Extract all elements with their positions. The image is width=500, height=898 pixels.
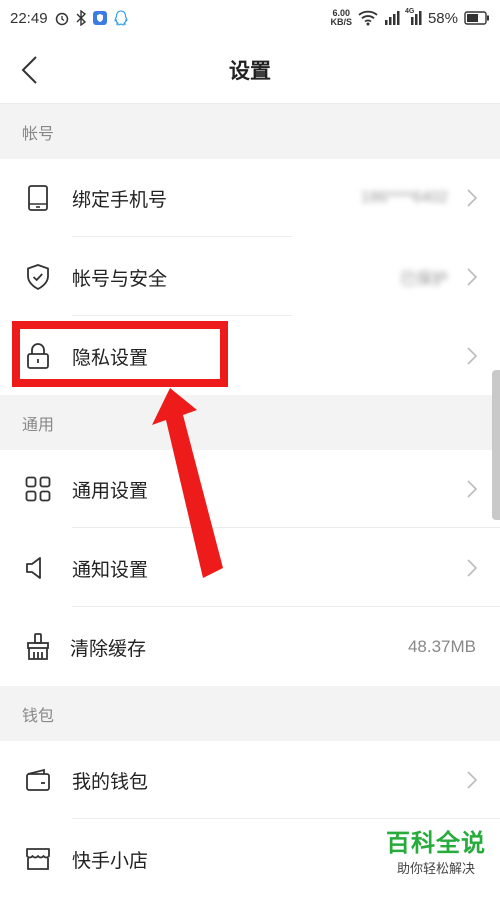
signal-4g-icon: 4G xyxy=(405,8,422,26)
shield-app-icon xyxy=(92,10,108,26)
status-time: 22:49 xyxy=(10,9,48,27)
settings-item-bind-phone[interactable]: 绑定手机号 186****6402 xyxy=(0,159,500,237)
row-divider xyxy=(72,236,292,237)
row-divider xyxy=(72,606,500,607)
section-header-general: 通用 xyxy=(0,395,500,450)
shield-icon xyxy=(24,263,52,291)
chevron-left-icon xyxy=(21,56,37,84)
row-divider xyxy=(72,315,292,316)
chevron-right-icon xyxy=(466,267,478,287)
cache-size-value: 48.37MB xyxy=(407,637,476,656)
chevron-right-icon xyxy=(466,479,478,499)
chevron-right-icon xyxy=(466,188,478,208)
settings-item-label: 隐私设置 xyxy=(72,346,149,369)
battery-percent: 58% xyxy=(427,9,458,27)
shop-icon xyxy=(24,845,52,873)
qq-icon xyxy=(114,10,128,26)
signal-icon xyxy=(384,10,400,26)
scrollbar-thumb[interactable] xyxy=(492,370,500,520)
settings-item-notification[interactable]: 通知设置 xyxy=(0,529,500,607)
settings-item-label: 帐号与安全 xyxy=(72,267,168,290)
settings-item-general[interactable]: 通用设置 xyxy=(0,450,500,528)
status-bar: 22:49 6.00 KB/S 4G 58% xyxy=(0,0,500,36)
phone-icon xyxy=(24,184,52,212)
settings-item-label: 快手小店 xyxy=(72,849,149,872)
bluetooth-icon xyxy=(76,10,86,26)
settings-item-my-wallet[interactable]: 我的钱包 xyxy=(0,741,500,819)
wallet-icon xyxy=(24,766,52,794)
section-header-account: 帐号 xyxy=(0,104,500,159)
settings-item-label: 清除缓存 xyxy=(70,637,147,660)
top-nav-bar: 设置 xyxy=(0,36,500,104)
settings-item-label: 通用设置 xyxy=(72,479,149,502)
phone-number-value: 186****6402 xyxy=(360,189,448,206)
alarm-icon xyxy=(54,10,70,26)
speaker-icon xyxy=(24,554,52,582)
battery-icon xyxy=(464,11,490,25)
settings-item-account-security[interactable]: 帐号与安全 已保护 xyxy=(0,238,500,316)
chevron-right-icon xyxy=(466,558,478,578)
watermark-subtitle: 助你轻松解决 xyxy=(396,862,475,877)
settings-item-privacy[interactable]: 隐私设置 xyxy=(0,317,500,395)
settings-item-clear-cache[interactable]: 清除缓存 48.37MB xyxy=(0,608,500,686)
chevron-right-icon xyxy=(466,770,478,790)
watermark-title: 百科全说 xyxy=(386,829,486,857)
grid-icon xyxy=(24,475,52,503)
wifi-icon xyxy=(358,10,378,26)
row-divider xyxy=(72,527,500,528)
lock-icon xyxy=(24,342,52,370)
row-divider xyxy=(72,818,500,819)
settings-item-label: 通知设置 xyxy=(72,558,149,581)
broom-icon xyxy=(24,633,52,661)
settings-item-label: 绑定手机号 xyxy=(72,188,168,211)
watermark-logo: 百科全说 助你轻松解决 xyxy=(386,823,486,877)
settings-item-label: 我的钱包 xyxy=(72,770,149,793)
section-header-wallet: 钱包 xyxy=(0,686,500,741)
page-title: 设置 xyxy=(229,58,271,83)
net-speed: 6.00 KB/S xyxy=(330,8,352,27)
security-status-value: 已保护 xyxy=(399,271,448,288)
chevron-right-icon xyxy=(466,346,478,366)
back-button[interactable] xyxy=(14,54,44,86)
